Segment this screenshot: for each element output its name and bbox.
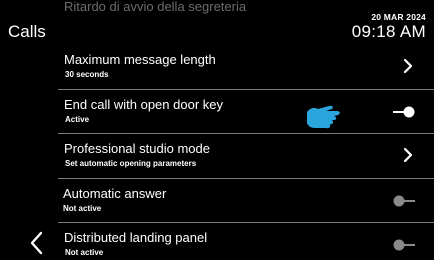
- setting-maximum-message-length[interactable]: Maximum message length 30 seconds: [58, 45, 434, 90]
- setting-label: Professional studio mode: [64, 141, 210, 156]
- chevron-right-icon[interactable]: [402, 57, 414, 75]
- setting-professional-studio-mode[interactable]: Professional studio mode Set automatic o…: [58, 134, 434, 179]
- calls-settings-screen: Ritardo di avvio della segreteria Calls …: [0, 0, 434, 260]
- setting-label: Maximum message length: [64, 52, 216, 67]
- scrolled-row-label: Ritardo di avvio della segreteria: [64, 0, 247, 14]
- chevron-right-icon[interactable]: [402, 146, 414, 164]
- pointing-hand-icon: [307, 105, 340, 129]
- setting-automatic-answer[interactable]: Automatic answer Not active: [58, 179, 434, 223]
- clock: 20 MAR 2024 09:18 AM: [352, 12, 426, 42]
- setting-value: Set automatic opening parameters: [65, 159, 197, 168]
- setting-value: Not active: [65, 248, 104, 257]
- setting-value: Not active: [63, 203, 102, 213]
- setting-value: 30 seconds: [65, 70, 109, 79]
- setting-value: Active: [65, 114, 90, 124]
- toggle-switch-on[interactable]: [392, 105, 416, 119]
- setting-distributed-landing-panel[interactable]: Distributed landing panel Not active: [58, 223, 434, 260]
- toggle-switch-off[interactable]: [392, 238, 416, 252]
- setting-label: Distributed landing panel: [64, 230, 208, 245]
- date-label: 20 MAR 2024: [371, 12, 426, 22]
- page-title: Calls: [8, 22, 46, 41]
- toggle-switch-off[interactable]: [392, 194, 416, 208]
- setting-end-call-with-open-door-key[interactable]: End call with open door key Active: [58, 90, 434, 134]
- setting-label: Automatic answer: [63, 185, 167, 201]
- setting-label: End call with open door key: [64, 96, 223, 112]
- settings-list: Maximum message length 30 seconds End ca…: [58, 45, 434, 260]
- time-label: 09:18 AM: [351, 22, 426, 41]
- chevron-left-icon[interactable]: [22, 228, 52, 258]
